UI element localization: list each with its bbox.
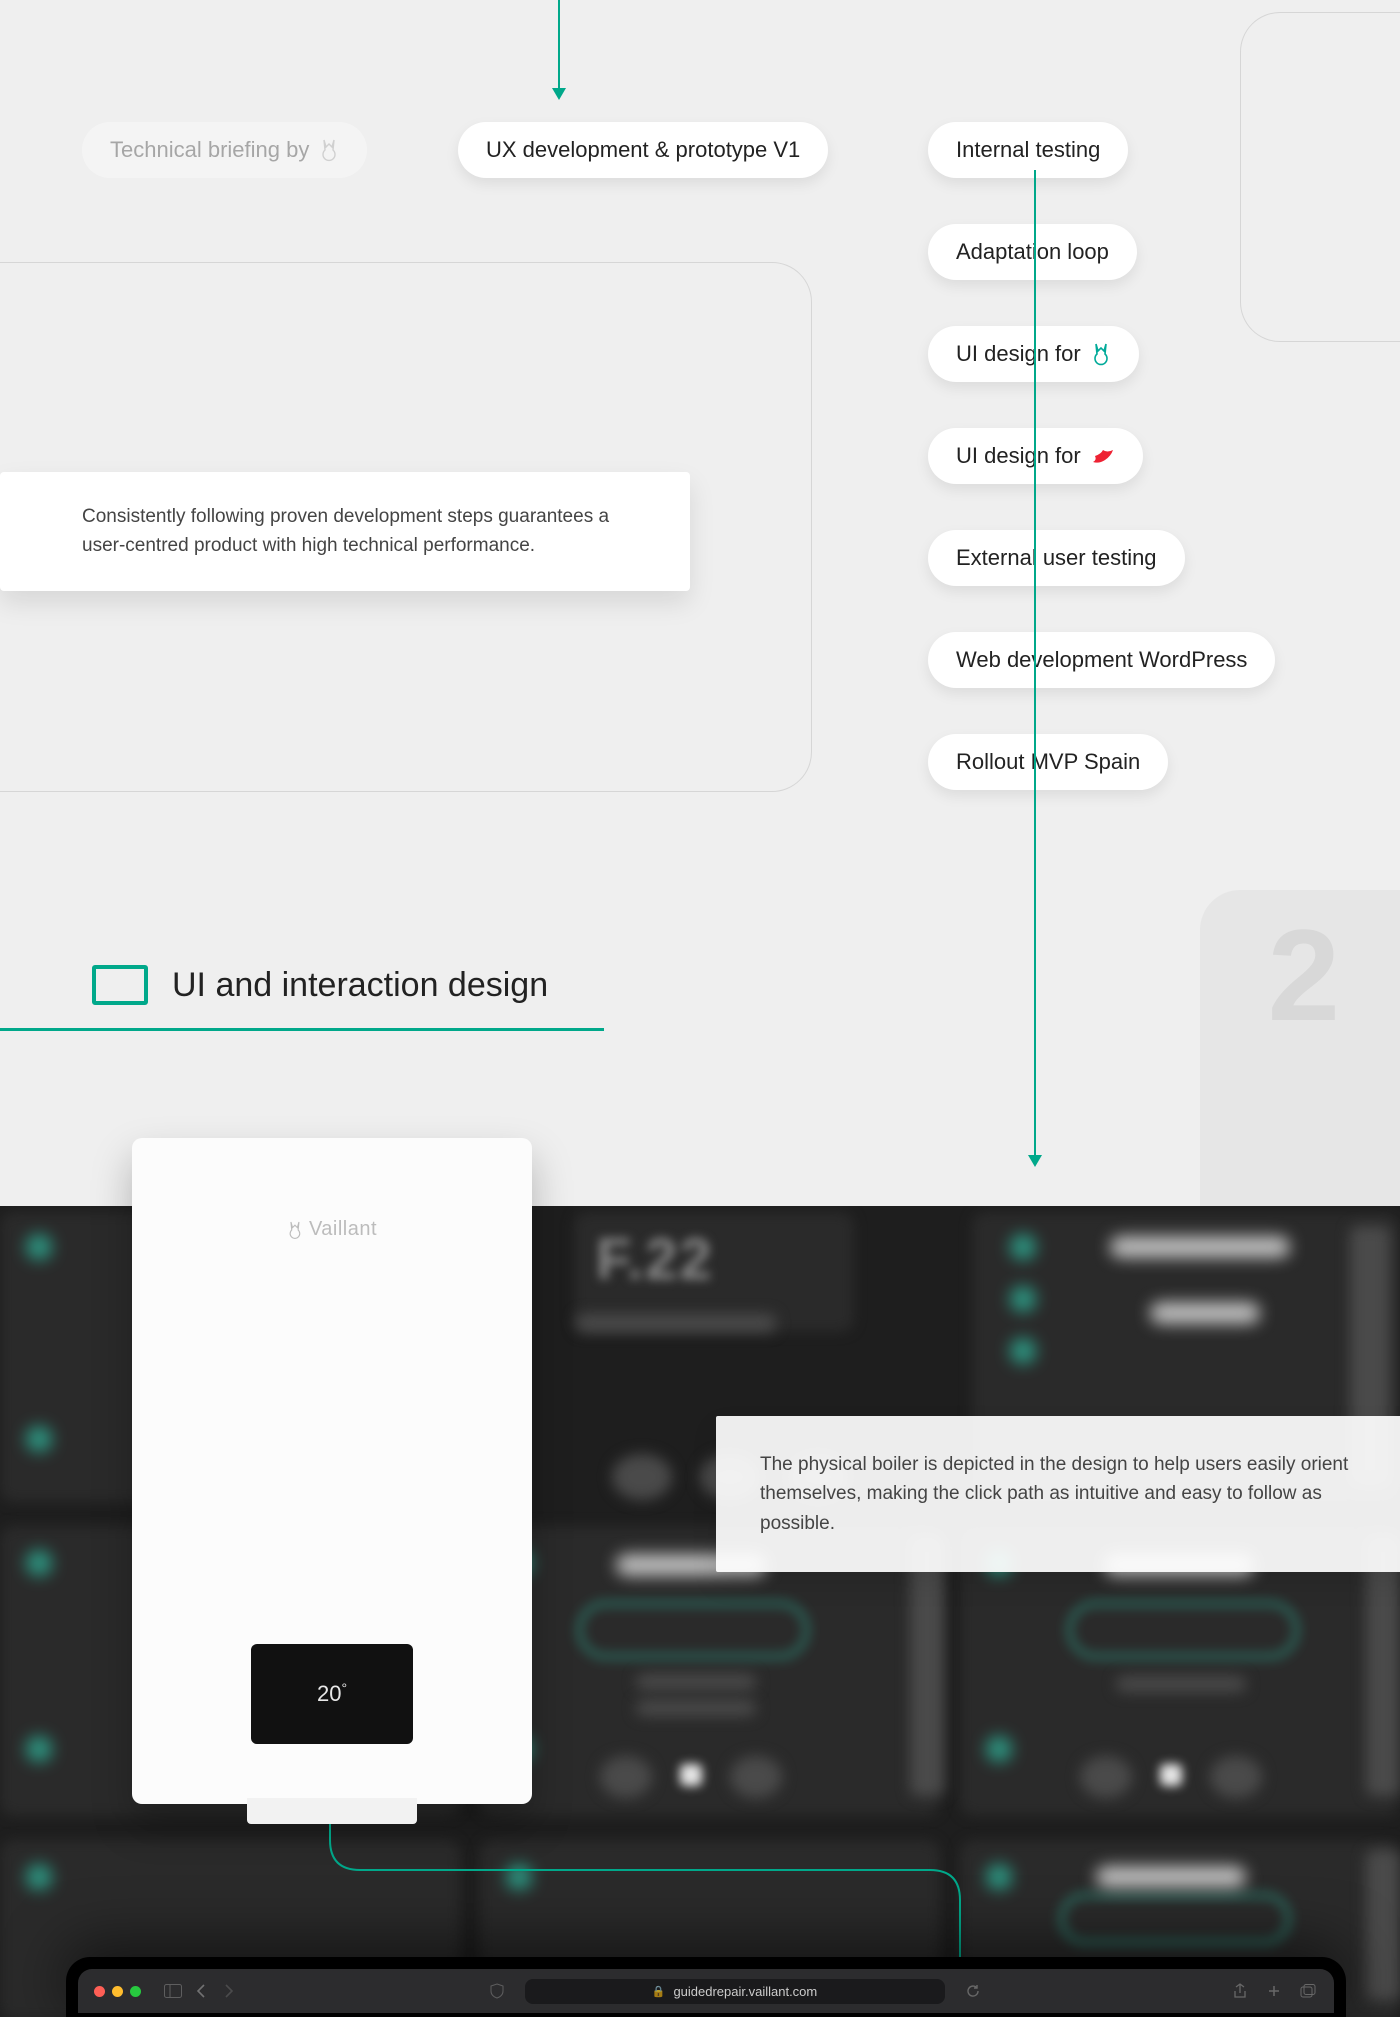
url-text: guidedrepair.vaillant.com — [673, 1984, 817, 1999]
pill-external-testing: External user testing — [928, 530, 1185, 586]
close-icon[interactable] — [94, 1986, 105, 1997]
boiler-display: 20° — [251, 1644, 413, 1744]
boiler-brand-text: Vaillant — [309, 1218, 377, 1241]
pill-label: External user testing — [956, 545, 1157, 571]
process-connector-mid — [1034, 170, 1036, 1160]
boiler-temp-unit: ° — [341, 1680, 347, 1696]
traffic-lights[interactable] — [94, 1986, 141, 1997]
arrow-down-icon — [1028, 1155, 1042, 1167]
maximize-icon[interactable] — [130, 1986, 141, 1997]
section-title: UI and interaction design — [172, 966, 548, 1005]
bunny-icon — [287, 1220, 303, 1240]
minimize-icon[interactable] — [112, 1986, 123, 1997]
monitor-icon — [92, 965, 148, 1005]
outline-container-right-top — [1240, 12, 1400, 342]
share-icon[interactable] — [1230, 1983, 1250, 1999]
pill-technical-briefing: Technical briefing by — [82, 122, 367, 178]
bunny-icon — [319, 138, 339, 162]
pill-label: Technical briefing by — [110, 137, 309, 163]
boiler-foot — [247, 1798, 417, 1824]
bunny-icon — [1091, 342, 1111, 366]
back-icon[interactable] — [191, 1983, 211, 1999]
arrow-down-icon — [552, 88, 566, 100]
callout-text: Consistently following proven developmen… — [82, 506, 609, 556]
shield-icon[interactable] — [487, 1983, 507, 1999]
section-number: 2 — [1268, 900, 1340, 1050]
boiler-device-mock: Vaillant 20° — [132, 1138, 532, 1804]
pill-wordpress: Web development WordPress — [928, 632, 1275, 688]
fault-code-label: F.22 — [596, 1226, 714, 1293]
section-heading: UI and interaction design — [0, 965, 548, 1005]
pill-label: Rollout MVP Spain — [956, 749, 1140, 775]
pill-label: Internal testing — [956, 137, 1100, 163]
process-connector-top — [558, 0, 560, 95]
tabs-icon[interactable] — [1298, 1983, 1318, 1999]
refresh-icon[interactable] — [963, 1983, 983, 1999]
pill-label: UX development & prototype V1 — [486, 137, 800, 163]
url-bar[interactable]: 🔒 guidedrepair.vaillant.com — [525, 1979, 945, 2004]
section-underline — [0, 1028, 604, 1031]
pill-adaptation-loop: Adaptation loop — [928, 224, 1137, 280]
pill-label: UI design for — [956, 341, 1081, 367]
sidebar-icon[interactable] — [163, 1983, 183, 1999]
callout-card-development-steps: Consistently following proven developmen… — [0, 472, 690, 591]
pill-label: Web development WordPress — [956, 647, 1247, 673]
pill-ux-development: UX development & prototype V1 — [458, 122, 828, 178]
browser-toolbar: 🔒 guidedrepair.vaillant.com — [78, 1969, 1334, 2013]
pill-label: UI design for — [956, 443, 1081, 469]
pill-label: Adaptation loop — [956, 239, 1109, 265]
boiler-temp: 20 — [317, 1681, 341, 1707]
callout-card-boiler: The physical boiler is depicted in the d… — [716, 1416, 1400, 1572]
plus-icon[interactable] — [1264, 1983, 1284, 1999]
pill-internal-testing: Internal testing — [928, 122, 1128, 178]
boiler-brand: Vaillant — [287, 1218, 377, 1241]
pill-rollout-mvp: Rollout MVP Spain — [928, 734, 1168, 790]
forward-icon[interactable] — [219, 1983, 239, 1999]
lock-icon: 🔒 — [652, 1985, 666, 1998]
callout-text: The physical boiler is depicted in the d… — [760, 1454, 1348, 1534]
browser-window: 🔒 guidedrepair.vaillant.com — [66, 1957, 1346, 2017]
bird-icon — [1091, 446, 1115, 466]
